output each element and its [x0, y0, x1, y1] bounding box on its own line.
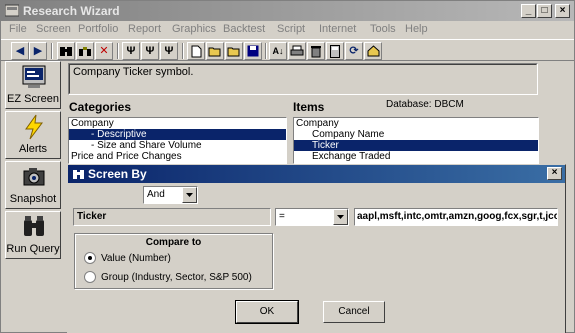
- new-file-icon[interactable]: [187, 42, 205, 60]
- menu-report[interactable]: Report: [128, 23, 161, 35]
- categories-list[interactable]: Company - Descriptive - Size and Share V…: [68, 117, 287, 164]
- run-query-label: Run Query: [6, 243, 60, 255]
- menu-screen[interactable]: Screen: [36, 23, 71, 35]
- ez-screen-icon: [22, 65, 46, 88]
- help-text: Company Ticker symbol.: [69, 64, 537, 94]
- list-item[interactable]: Company: [69, 118, 286, 129]
- cancel-button[interactable]: Cancel: [323, 301, 385, 323]
- delete-icon[interactable]: ✕: [95, 42, 113, 60]
- value-number-radio[interactable]: [84, 252, 96, 264]
- alerts-label: Alerts: [18, 143, 48, 155]
- open-folder-icon[interactable]: [206, 42, 224, 60]
- list-item-selected[interactable]: Ticker: [294, 140, 538, 151]
- trash-icon[interactable]: [307, 42, 325, 60]
- home-icon[interactable]: [364, 42, 382, 60]
- alerts-button[interactable]: Alerts: [5, 111, 61, 159]
- menu-portfolio[interactable]: Portfolio: [78, 23, 118, 35]
- list-item[interactable]: Company: [294, 118, 538, 129]
- list-item[interactable]: Exchange Traded: [294, 151, 538, 162]
- group-label[interactable]: Group (Industry, Sector, S&P 500): [101, 272, 252, 283]
- menu-internet[interactable]: Internet: [319, 23, 356, 35]
- items-list[interactable]: Company Company Name Ticker Exchange Tra…: [293, 117, 539, 164]
- lightning-icon: [25, 114, 43, 140]
- filter-edit-icon[interactable]: Ψ: [160, 42, 178, 60]
- compare-to-label: Compare to: [145, 237, 202, 248]
- logic-select[interactable]: And: [143, 186, 198, 204]
- items-heading: Items: [293, 100, 325, 114]
- toolbar-separator: [51, 43, 53, 59]
- dialog-title: Screen By: [88, 167, 147, 181]
- research-wizard-window: Research Wizard _ □ × File Screen Portfo…: [0, 0, 575, 333]
- filter-icon[interactable]: Ψ: [122, 42, 140, 60]
- database-label: Database: DBCM: [386, 99, 464, 110]
- help-text-panel: Company Ticker symbol.: [68, 63, 538, 95]
- menu-script[interactable]: Script: [277, 23, 305, 35]
- group-radio[interactable]: [84, 271, 96, 283]
- sort-icon[interactable]: A↓: [269, 42, 287, 60]
- close-button[interactable]: ×: [555, 4, 570, 18]
- dialog-close-button[interactable]: ×: [547, 167, 562, 180]
- categories-heading: Categories: [69, 100, 132, 114]
- refresh-icon[interactable]: ⟳: [345, 42, 363, 60]
- print-icon[interactable]: [288, 42, 306, 60]
- toolbar-separator: [265, 43, 267, 59]
- menu-tools[interactable]: Tools: [370, 23, 396, 35]
- binoculars-icon[interactable]: [57, 42, 75, 60]
- menu-backtest[interactable]: Backtest: [223, 23, 265, 35]
- list-item[interactable]: - Size and Share Volume: [69, 140, 286, 151]
- chevron-down-icon[interactable]: [182, 187, 197, 203]
- window-title: Research Wizard: [23, 4, 120, 18]
- operator-select[interactable]: =: [275, 208, 349, 226]
- operator-select-value: =: [279, 211, 285, 222]
- ok-button[interactable]: OK: [235, 300, 299, 324]
- back-arrow-icon[interactable]: ◀: [11, 42, 29, 60]
- screen-by-dialog: Screen By × And Ticker = aapl,msft,intc,…: [67, 164, 566, 333]
- ez-screen-button[interactable]: EZ Screen: [5, 61, 61, 109]
- camera-icon: [23, 168, 45, 186]
- snapshot-label: Snapshot: [9, 193, 57, 205]
- value-input[interactable]: aapl,msft,intc,omtr,amzn,goog,fcx,sgr,t,…: [354, 208, 558, 226]
- toolbar-separator: [117, 43, 119, 59]
- save-icon[interactable]: [244, 42, 262, 60]
- list-item[interactable]: Price and Price Changes: [69, 151, 286, 162]
- app-icon: [5, 4, 19, 17]
- find-next-icon[interactable]: [76, 42, 94, 60]
- run-query-button[interactable]: Run Query: [5, 211, 61, 259]
- ez-screen-label: EZ Screen: [7, 93, 59, 105]
- toolbar-separator: [182, 43, 184, 59]
- menu-bar: File Screen Portfolio Report Graphics Ba…: [1, 21, 574, 39]
- calculator-icon[interactable]: [326, 42, 344, 60]
- title-bar: Research Wizard _ □ ×: [1, 1, 574, 21]
- list-item[interactable]: Company Name: [294, 129, 538, 140]
- compare-to-group: Compare to Value (Number) Group (Industr…: [74, 233, 273, 289]
- toolbar: ◀ ▶ ✕ Ψ Ψ Ψ A↓ ⟳: [1, 39, 574, 61]
- minimize-button[interactable]: _: [521, 4, 536, 18]
- sidebar: EZ Screen Alerts Snapshot Run Query: [3, 61, 63, 331]
- filter-add-icon[interactable]: Ψ: [141, 42, 159, 60]
- maximize-button[interactable]: □: [537, 4, 552, 18]
- list-item-selected[interactable]: - Descriptive: [69, 129, 286, 140]
- snapshot-button[interactable]: Snapshot: [5, 161, 61, 209]
- menu-graphics[interactable]: Graphics: [172, 23, 216, 35]
- logic-select-value: And: [147, 189, 165, 200]
- chevron-down-icon[interactable]: [333, 209, 348, 225]
- dialog-title-bar: Screen By ×: [68, 165, 565, 183]
- menu-file[interactable]: File: [9, 23, 27, 35]
- binoculars-icon: [73, 170, 84, 179]
- value-number-label[interactable]: Value (Number): [101, 253, 171, 264]
- binoculars-icon: [24, 216, 44, 236]
- menu-help[interactable]: Help: [405, 23, 428, 35]
- folder-copy-icon[interactable]: [225, 42, 243, 60]
- forward-arrow-icon[interactable]: ▶: [29, 42, 47, 60]
- field-name-box: Ticker: [73, 208, 271, 226]
